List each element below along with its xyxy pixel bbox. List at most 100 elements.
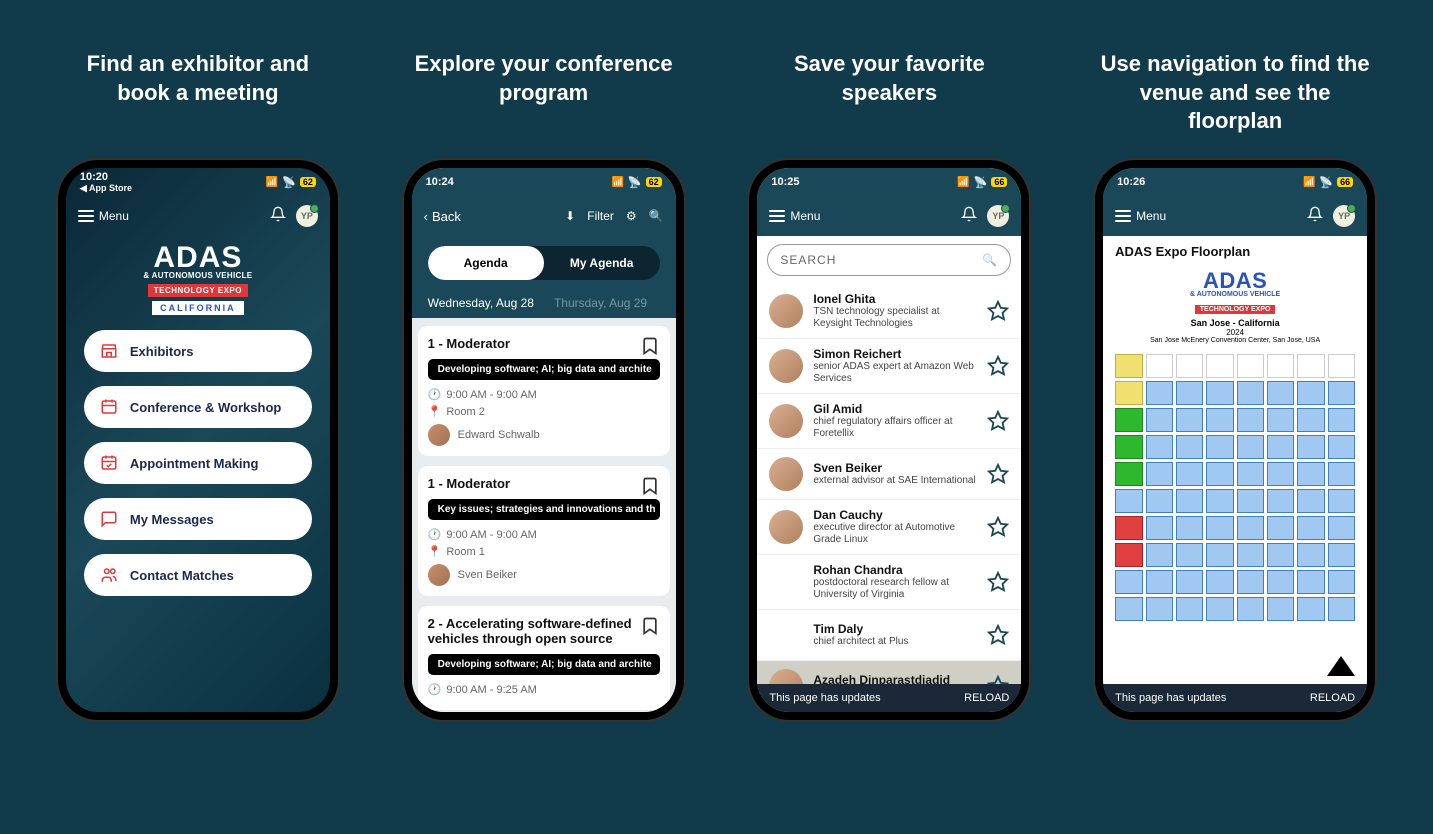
search-input[interactable]: SEARCH 🔍 <box>767 244 1011 276</box>
booth[interactable] <box>1206 435 1233 459</box>
booth[interactable] <box>1146 489 1173 513</box>
booth[interactable] <box>1146 543 1173 567</box>
booth[interactable] <box>1328 435 1355 459</box>
booth[interactable] <box>1115 462 1142 486</box>
booth[interactable] <box>1297 516 1324 540</box>
bell-icon[interactable] <box>1307 206 1323 227</box>
speaker-row[interactable]: Simon Reichert senior ADAS expert at Ama… <box>757 339 1021 394</box>
booth[interactable] <box>1206 570 1233 594</box>
floorplan-map[interactable] <box>1111 350 1359 680</box>
booth[interactable] <box>1297 570 1324 594</box>
booth[interactable] <box>1237 543 1264 567</box>
booth[interactable] <box>1328 543 1355 567</box>
filter-button[interactable]: Filter <box>587 209 614 223</box>
booth[interactable] <box>1297 408 1324 432</box>
bell-icon[interactable] <box>961 206 977 227</box>
booth[interactable] <box>1146 570 1173 594</box>
favorite-button[interactable] <box>987 300 1009 322</box>
menu-conference[interactable]: Conference & Workshop <box>84 386 312 428</box>
tab-my-agenda[interactable]: My Agenda <box>544 246 660 280</box>
booth[interactable] <box>1146 462 1173 486</box>
reload-button[interactable]: RELOAD <box>964 692 1009 704</box>
booth[interactable] <box>1237 435 1264 459</box>
back-to-appstore[interactable]: ◀ App Store <box>80 183 132 194</box>
favorite-button[interactable] <box>987 624 1009 646</box>
booth[interactable] <box>1146 381 1173 405</box>
booth[interactable] <box>1267 570 1294 594</box>
booth[interactable] <box>1267 408 1294 432</box>
avatar[interactable]: YP <box>296 205 318 227</box>
booth[interactable] <box>1176 354 1203 378</box>
booth[interactable] <box>1146 435 1173 459</box>
booth[interactable] <box>1146 354 1173 378</box>
menu-matches[interactable]: Contact Matches <box>84 554 312 596</box>
favorite-button[interactable] <box>987 355 1009 377</box>
booth[interactable] <box>1206 597 1233 621</box>
booth[interactable] <box>1297 435 1324 459</box>
speaker-row[interactable]: Sven Beiker external advisor at SAE Inte… <box>757 449 1021 500</box>
booth[interactable] <box>1176 489 1203 513</box>
bell-icon[interactable] <box>270 206 286 227</box>
menu-messages[interactable]: My Messages <box>84 498 312 540</box>
tab-agenda[interactable]: Agenda <box>428 246 544 280</box>
booth[interactable] <box>1267 462 1294 486</box>
booth[interactable] <box>1267 381 1294 405</box>
search-icon[interactable]: 🔍 <box>649 209 664 223</box>
booth[interactable] <box>1115 570 1142 594</box>
booth[interactable] <box>1267 516 1294 540</box>
favorite-button[interactable] <box>987 516 1009 538</box>
booth[interactable] <box>1115 516 1142 540</box>
menu-button[interactable]: Menu <box>1115 209 1166 223</box>
booth[interactable] <box>1328 489 1355 513</box>
booth[interactable] <box>1328 516 1355 540</box>
booth[interactable] <box>1297 597 1324 621</box>
booth[interactable] <box>1267 543 1294 567</box>
booth[interactable] <box>1176 462 1203 486</box>
booth[interactable] <box>1115 435 1142 459</box>
booth[interactable] <box>1237 462 1264 486</box>
menu-appointment[interactable]: Appointment Making <box>84 442 312 484</box>
booth[interactable] <box>1206 408 1233 432</box>
booth[interactable] <box>1206 462 1233 486</box>
booth[interactable] <box>1206 489 1233 513</box>
speaker-row[interactable]: Gil Amid chief regulatory affairs office… <box>757 394 1021 449</box>
booth[interactable] <box>1206 381 1233 405</box>
reload-button[interactable]: RELOAD <box>1310 692 1355 704</box>
avatar[interactable]: YP <box>1333 205 1355 227</box>
booth[interactable] <box>1267 354 1294 378</box>
booth[interactable] <box>1206 354 1233 378</box>
menu-button[interactable]: Menu <box>78 209 129 223</box>
booth[interactable] <box>1146 597 1173 621</box>
bookmark-button[interactable] <box>640 616 660 638</box>
booth[interactable] <box>1237 489 1264 513</box>
booth[interactable] <box>1237 354 1264 378</box>
booth[interactable] <box>1237 516 1264 540</box>
menu-button[interactable]: Menu <box>769 209 820 223</box>
booth[interactable] <box>1176 543 1203 567</box>
booth[interactable] <box>1206 516 1233 540</box>
booth[interactable] <box>1146 516 1173 540</box>
booth[interactable] <box>1176 408 1203 432</box>
booth[interactable] <box>1115 381 1142 405</box>
settings-icon[interactable]: ⚙ <box>626 209 637 223</box>
booth[interactable] <box>1115 408 1142 432</box>
booth[interactable] <box>1237 381 1264 405</box>
booth[interactable] <box>1297 381 1324 405</box>
favorite-button[interactable] <box>987 675 1009 684</box>
session-card[interactable]: 1 - Moderator Key issues; strategies and… <box>418 466 670 596</box>
booth[interactable] <box>1328 597 1355 621</box>
booth[interactable] <box>1328 354 1355 378</box>
back-button[interactable]: ‹ Back <box>424 209 461 224</box>
booth[interactable] <box>1267 489 1294 513</box>
booth[interactable] <box>1328 570 1355 594</box>
favorite-button[interactable] <box>987 463 1009 485</box>
booth[interactable] <box>1267 597 1294 621</box>
booth[interactable] <box>1115 597 1142 621</box>
booth[interactable] <box>1176 381 1203 405</box>
booth[interactable] <box>1176 516 1203 540</box>
booth[interactable] <box>1206 543 1233 567</box>
favorite-button[interactable] <box>987 410 1009 432</box>
date-tab-inactive[interactable]: Thursday, Aug 29 <box>554 296 647 310</box>
menu-exhibitors[interactable]: Exhibitors <box>84 330 312 372</box>
booth[interactable] <box>1176 570 1203 594</box>
